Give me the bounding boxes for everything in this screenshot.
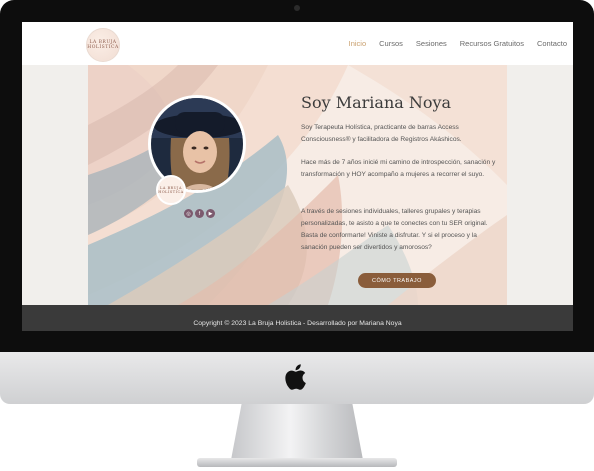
instagram-icon[interactable]: ◎: [184, 209, 193, 218]
hero-paragraph-3: A través de sesiones individuales, talle…: [301, 208, 488, 251]
hero-section: LA BRUJA HOLÍSTICA ◎ f ▶ Soy Mariana Noy…: [88, 65, 507, 305]
facebook-icon[interactable]: f: [195, 209, 204, 218]
hero-paragraph-2: Hace más de 7 años inicié mi camino de i…: [301, 159, 496, 178]
website-screen: LA BRUJA HOLÍSTICA Inicio Cursos Sesione…: [22, 22, 573, 331]
nav-item-sesiones[interactable]: Sesiones: [416, 39, 447, 48]
imac-monitor: LA BRUJA HOLÍSTICA Inicio Cursos Sesione…: [0, 0, 594, 352]
nav-item-contacto[interactable]: Contacto: [537, 39, 567, 48]
monitor-stand: [231, 404, 363, 460]
site-header: LA BRUJA HOLÍSTICA Inicio Cursos Sesione…: [22, 22, 573, 65]
nav-item-recursos-gratuitos[interactable]: Recursos Gratuitos: [460, 39, 524, 48]
site-footer: Copyright © 2023 La Bruja Holistica - De…: [22, 305, 573, 331]
badge-line-2: HOLÍSTICA: [158, 190, 184, 194]
como-trabajo-button[interactable]: CÓMO TRABAJO: [358, 273, 436, 288]
camera-dot: [294, 5, 300, 11]
copyright-text: Copyright © 2023 La Bruja Holistica - De…: [193, 320, 402, 327]
hero-title: Soy Mariana Noya: [301, 93, 452, 112]
monitor-chin: [0, 352, 594, 404]
apple-logo-icon: [285, 364, 306, 390]
site-logo[interactable]: LA BRUJA HOLÍSTICA: [86, 28, 120, 62]
youtube-icon[interactable]: ▶: [206, 209, 215, 218]
nav-item-inicio[interactable]: Inicio: [349, 39, 367, 48]
main-menu: Inicio Cursos Sesiones Recursos Gratuito…: [336, 22, 567, 65]
hero-paragraph-1: Soy Terapeuta Holística, practicante de …: [301, 124, 462, 143]
monitor-base: [197, 458, 397, 467]
brand-badge: LA BRUJA HOLÍSTICA: [156, 175, 186, 205]
logo-line-2: HOLÍSTICA: [87, 45, 119, 50]
nav-item-cursos[interactable]: Cursos: [379, 39, 403, 48]
